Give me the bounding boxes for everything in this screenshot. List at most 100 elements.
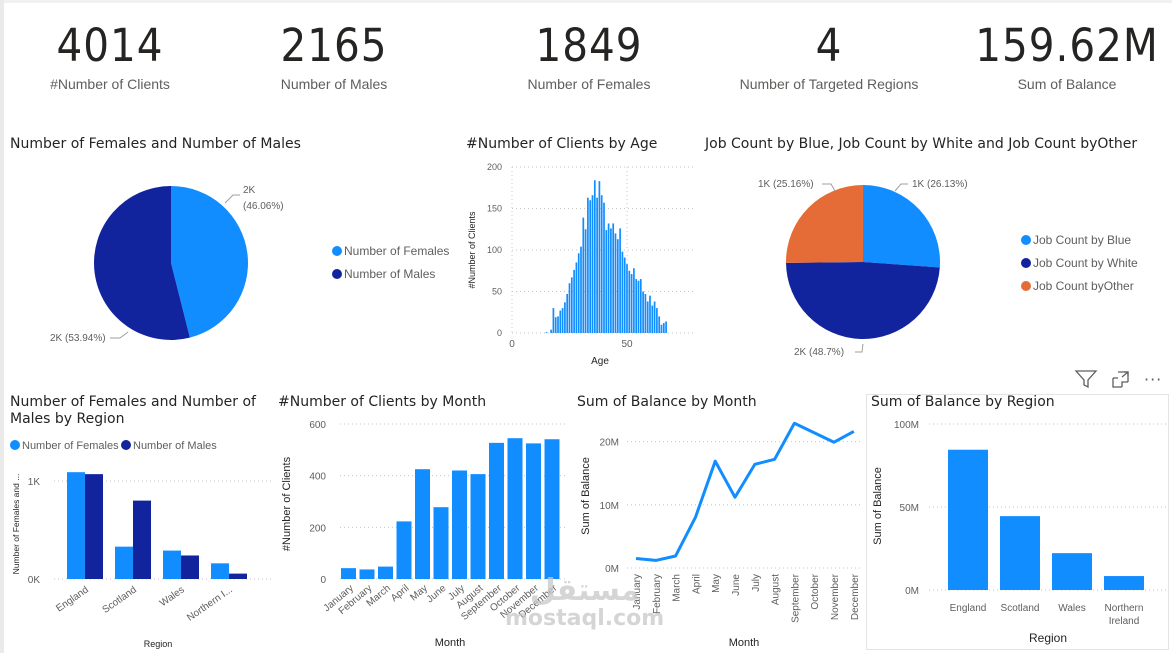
histogram-bar — [623, 257, 626, 333]
bar-number-of-females — [163, 550, 181, 579]
x-tick-label: October — [810, 573, 821, 609]
kpi-card-clients[interactable]: 4014 #Number of Clients — [0, 18, 220, 92]
focus-mode-icon[interactable] — [1110, 369, 1132, 389]
data-label-white: 2K (48.7%) — [794, 347, 844, 358]
x-tick-label: Ireland — [1109, 616, 1140, 627]
x-tick-label: June — [425, 583, 449, 606]
x-tick-label: February — [652, 574, 663, 614]
x-tick-label: November — [830, 573, 841, 620]
y-tick-label: 100M — [894, 420, 919, 431]
job-pie-visual[interactable]: Job Count by Blue, Job Count by White an… — [705, 136, 1170, 370]
bar-scotland — [1000, 516, 1040, 590]
bar-number-of-males — [85, 474, 103, 579]
histogram-bar — [642, 291, 644, 333]
histogram-bar — [635, 279, 638, 333]
age-histogram-visual[interactable]: #Number of Clients by Age 0 50 100 150 200 0… — [466, 136, 696, 370]
histogram-bar — [610, 228, 612, 333]
kpi-card-regions[interactable]: 4 Number of Targeted Regions — [719, 18, 939, 92]
balance-month-chart: 0M 10M 20M January February March April May Jun… — [580, 421, 862, 649]
legend-item-blue[interactable]: Job Count by Blue — [1021, 233, 1131, 247]
histogram-bar — [662, 323, 665, 333]
bar-april — [396, 521, 412, 579]
histogram-bar — [660, 324, 663, 333]
legend-label: Job Count by White — [1033, 256, 1138, 270]
y-tick-label: 200 — [487, 162, 502, 172]
legend-dot-icon — [332, 246, 342, 256]
histogram-bar — [607, 223, 610, 333]
y-tick-label: 20M — [600, 438, 619, 449]
y-tick-label: 1K — [28, 477, 41, 488]
data-label-males: 2K (53.94%) — [50, 333, 106, 344]
histogram-bar — [598, 181, 601, 333]
clients-month-chart: 0200400600 JanuaryFebruaryMarchAprilMayJ… — [281, 420, 568, 649]
histogram-bar — [575, 262, 578, 333]
kpi-card-males[interactable]: 2165 Number of Males — [224, 18, 444, 92]
y-tick-label: 400 — [309, 472, 326, 483]
bar-october — [507, 438, 523, 579]
y-tick-label: 100 — [487, 245, 502, 255]
histogram-bar — [646, 301, 649, 333]
x-axis-title: Month — [435, 637, 466, 649]
y-tick-label: 0M — [605, 564, 619, 575]
x-tick-label: April — [691, 574, 702, 594]
y-axis-title: Sum of Balance — [872, 467, 884, 545]
bar-number-of-females — [67, 472, 85, 579]
data-label-blue: 1K (26.13%) — [912, 179, 968, 190]
visual-header: ··· — [1074, 368, 1162, 390]
balance-region-visual[interactable]: Sum of Balance by Region 0M 50M 100M Engla… — [871, 394, 1169, 650]
x-tick-label: Scotland — [101, 584, 139, 615]
y-tick-label: 50M — [900, 503, 919, 514]
legend-dot-icon — [332, 269, 342, 279]
histogram-bar — [554, 317, 557, 333]
histogram-bar — [614, 233, 617, 333]
legend-item-white[interactable]: Job Count by White — [1021, 256, 1138, 270]
data-label-other: 1K (25.16%) — [758, 179, 814, 190]
x-tick-label: Northern — [1105, 603, 1144, 614]
gender-pie-visual[interactable]: Number of Females and Number of Males 2K… — [10, 136, 460, 366]
histogram-bar — [658, 316, 661, 333]
x-axis-title: Region — [144, 639, 173, 649]
bar-number-of-males — [181, 555, 199, 579]
y-tick-label: 200 — [309, 523, 326, 534]
histogram-bar — [639, 279, 642, 333]
histogram-bar — [616, 239, 619, 333]
histogram-bar — [545, 332, 548, 333]
legend-item-females[interactable]: Number of Females — [332, 244, 449, 258]
balance-line-series — [635, 421, 855, 562]
x-tick-label: Wales — [158, 584, 187, 609]
histogram-bar — [633, 268, 635, 333]
x-axis-title: Age — [591, 356, 609, 367]
y-tick-label: 50 — [492, 287, 502, 297]
legend-item-males[interactable]: Number of Males — [332, 267, 435, 281]
filter-icon[interactable] — [1074, 369, 1098, 389]
y-tick-label: 150 — [487, 204, 502, 214]
histogram-bar — [656, 308, 658, 333]
y-axis-title: Sum of Balance — [580, 457, 592, 535]
gender-region-visual[interactable]: Number of Females and Number of Males by… — [10, 394, 272, 653]
kpi-card-females[interactable]: 1849 Number of Females — [479, 18, 699, 92]
histogram-bar — [612, 223, 615, 333]
histogram-bar — [649, 295, 651, 333]
x-axis-title: Month — [729, 637, 760, 649]
y-tick-label: 0 — [320, 575, 326, 586]
histogram-bar — [593, 180, 596, 333]
kpi-label: Number of Males — [280, 76, 388, 92]
kpi-card-balance[interactable]: 159.62M Sum of Balance — [957, 18, 1172, 92]
clients-month-visual[interactable]: #Number of Clients by Month 0 200 400 600 J… — [278, 394, 568, 653]
bar-wales — [1052, 553, 1092, 590]
histogram-bar — [559, 310, 562, 333]
legend-item-other[interactable]: Job Count byOther — [1021, 279, 1134, 293]
x-tick-label: April — [389, 583, 411, 604]
balance-region-chart: 0M 50M 100M England Scotland Wales Northern Ir… — [872, 420, 1166, 645]
data-label-leader — [110, 331, 129, 339]
y-tick-label: 600 — [309, 420, 326, 431]
x-tick-label: England — [54, 584, 90, 614]
data-label-females-line1: 2K — [243, 185, 256, 196]
histogram-bar — [582, 217, 585, 333]
y-tick-label: 0M — [905, 586, 919, 597]
bar-september — [489, 442, 504, 579]
more-options-icon[interactable]: ··· — [1144, 370, 1162, 389]
balance-month-visual[interactable]: Sum of Balance by Month 0M 10M 20M January… — [577, 394, 862, 653]
x-tick-label: July — [751, 574, 762, 592]
bar-number-of-females — [211, 563, 229, 579]
